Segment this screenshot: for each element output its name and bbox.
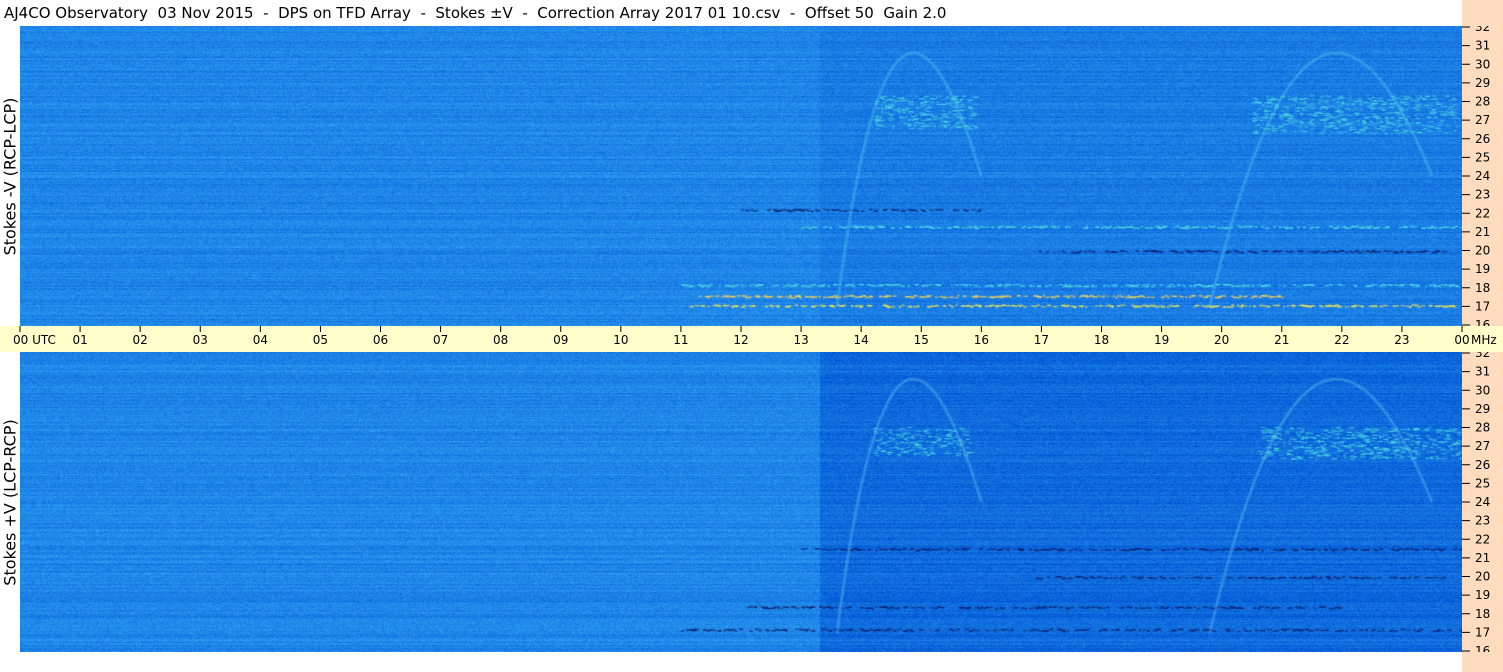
x-tick-label: 02 [133, 333, 148, 347]
x-tick-label: 18 [1094, 333, 1109, 347]
y-tick-label: 32 [1475, 26, 1490, 34]
bottom-panel-ylabel: Stokes +V (LCP-RCP) [0, 352, 20, 652]
x-tick-label: 22 [1334, 333, 1349, 347]
y-tick-label: 30 [1475, 383, 1490, 397]
y-tick-label: 17 [1475, 625, 1490, 639]
y-tick-label: 25 [1475, 476, 1490, 490]
y-tick-label: 19 [1475, 262, 1490, 276]
y-tick-label: 16 [1475, 318, 1490, 326]
y-tick-label: 31 [1475, 39, 1490, 53]
chart-title: AJ4CO Observatory 03 Nov 2015 - DPS on T… [4, 4, 947, 22]
y-tick-label: 20 [1475, 244, 1490, 258]
time-axis-svg: 00 UTC 01 02 03 04 05 06 07 08 09 10 11 12 13 14 15 16 17… [13, 326, 1497, 347]
x-tick-label: 10 [613, 333, 628, 347]
y-tick-label: 28 [1475, 95, 1490, 109]
x-tick-label: 13 [793, 333, 808, 347]
x-tick-label: 00 [1454, 333, 1469, 347]
x-tick-label: 17 [1034, 333, 1049, 347]
x-tick-label: 23 [1394, 333, 1409, 347]
x-tick-label: 06 [373, 333, 388, 347]
y-tick-label: 21 [1475, 551, 1490, 565]
time-axis: 00 UTC 01 02 03 04 05 06 07 08 09 10 11 12 13 14 15 16 17… [0, 326, 1503, 352]
y-tick-label: 18 [1475, 281, 1490, 295]
x-tick-label: 03 [193, 333, 208, 347]
bottom-frequency-axis: 16 17 18 19 20 21 22 23 24 25 26 27 28 29 30 31 32 [1462, 352, 1490, 652]
y-tick-label: 25 [1475, 150, 1490, 164]
x-tick-label: 14 [854, 333, 869, 347]
x-tick-label: 04 [253, 333, 268, 347]
y-tick-label: 16 [1475, 644, 1490, 652]
y-tick-label: 32 [1475, 352, 1490, 360]
y-tick-label: 29 [1475, 76, 1490, 90]
y-tick-label: 27 [1475, 439, 1490, 453]
top-panel-ylabel: Stokes -V (RCP-LCP) [0, 26, 20, 326]
y-tick-label: 23 [1475, 188, 1490, 202]
x-tick-label: 07 [433, 333, 448, 347]
x-tick-label: 21 [1274, 333, 1289, 347]
y-tick-label: 18 [1475, 607, 1490, 621]
bottom-ylabel-text: Stokes +V (LCP-RCP) [0, 418, 20, 586]
y-tick-label: 21 [1475, 225, 1490, 239]
y-tick-label: 23 [1475, 514, 1490, 528]
y-tick-label: 24 [1475, 495, 1490, 509]
top-ylabel-text: Stokes -V (RCP-LCP) [0, 97, 20, 255]
x-tick-label: 01 [72, 333, 87, 347]
y-tick-label: 26 [1475, 458, 1490, 472]
y-tick-label: 28 [1475, 421, 1490, 435]
y-tick-label: 31 [1475, 365, 1490, 379]
x-tick-label: 05 [313, 333, 328, 347]
bottom-spectrogram [20, 352, 1462, 652]
top-spectrogram [20, 26, 1462, 326]
y-tick-label: 19 [1475, 588, 1490, 602]
y-tick-label: 29 [1475, 402, 1490, 416]
y-tick-label: 27 [1475, 113, 1490, 127]
y-tick-label: 22 [1475, 532, 1490, 546]
top-frequency-axis: 16 17 18 19 20 21 22 23 24 25 26 27 28 29 30 31 32 [1462, 26, 1490, 326]
x-tick-label: 12 [733, 333, 748, 347]
x-tick-label: 09 [553, 333, 568, 347]
x-unit-label: MHz [1471, 333, 1497, 347]
x-tick-label: 00 UTC [13, 333, 56, 347]
x-tick-label: 11 [673, 333, 688, 347]
x-tick-label: 20 [1214, 333, 1229, 347]
y-tick-label: 17 [1475, 299, 1490, 313]
x-tick-label: 08 [493, 333, 508, 347]
x-tick-label: 15 [914, 333, 929, 347]
x-tick-label: 16 [974, 333, 989, 347]
y-tick-label: 24 [1475, 169, 1490, 183]
y-tick-label: 30 [1475, 57, 1490, 71]
x-tick-label: 19 [1154, 333, 1169, 347]
y-tick-label: 22 [1475, 206, 1490, 220]
y-tick-label: 20 [1475, 570, 1490, 584]
y-tick-label: 26 [1475, 132, 1490, 146]
